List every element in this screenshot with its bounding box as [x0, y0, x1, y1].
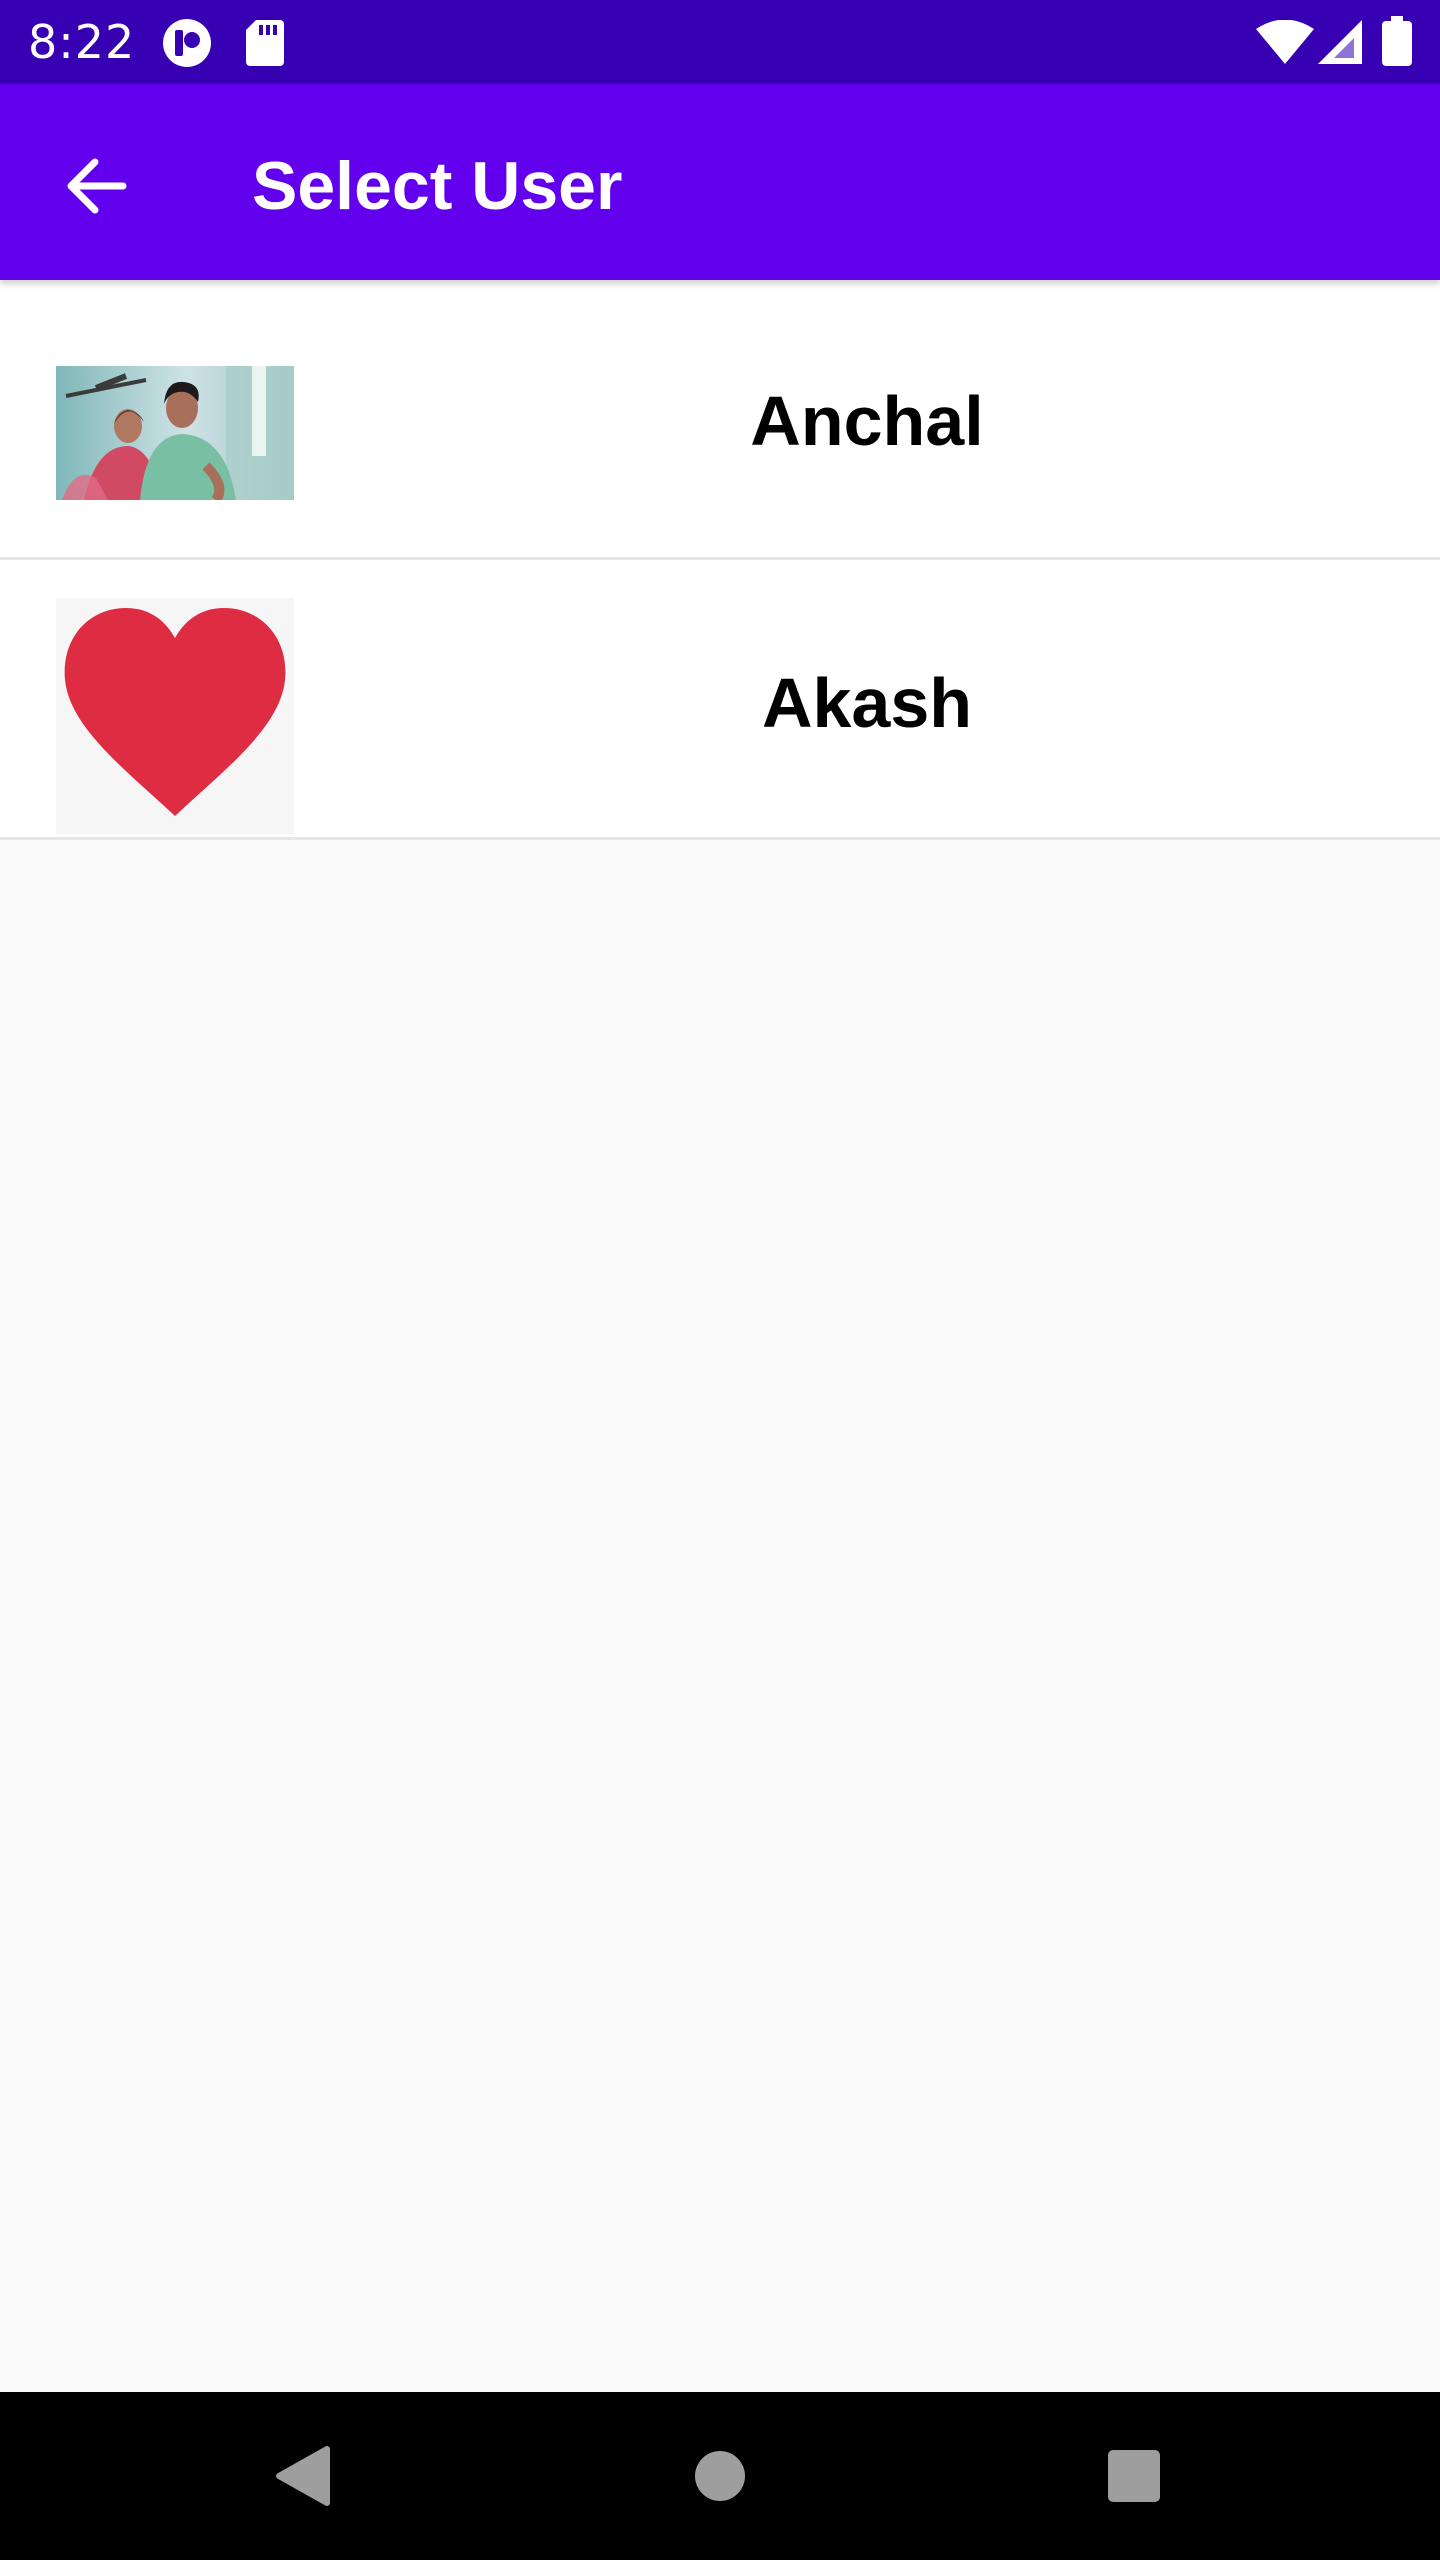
- home-circle-icon: [695, 2451, 745, 2501]
- back-triangle-icon: [276, 2446, 330, 2506]
- user-list: Anchal Akash: [0, 280, 1440, 840]
- wifi-icon: [1256, 20, 1314, 64]
- status-time: 8:22: [28, 15, 136, 69]
- user-photo: [56, 366, 294, 500]
- avatar: [56, 598, 294, 834]
- recents-square-icon: [1108, 2450, 1160, 2502]
- avatar: [56, 366, 294, 500]
- arrow-back-icon: [67, 158, 127, 214]
- app-bar: Select User: [0, 84, 1440, 280]
- nav-recents-button[interactable]: [1074, 2416, 1194, 2536]
- page-title: Select User: [252, 148, 623, 224]
- battery-icon: [1382, 16, 1412, 66]
- nav-back-button[interactable]: [242, 2416, 362, 2536]
- back-button[interactable]: [48, 138, 144, 234]
- nav-home-button[interactable]: [660, 2416, 780, 2536]
- status-bar: 8:22: [0, 0, 1440, 84]
- sd-card-icon: [246, 20, 284, 66]
- user-name: Akash: [761, 664, 973, 742]
- navigation-bar: [0, 2392, 1440, 2560]
- cellular-signal-icon: [1318, 20, 1362, 64]
- notification-app-icon: [163, 19, 211, 67]
- user-row-akash[interactable]: Akash: [0, 560, 1440, 840]
- user-name: Anchal: [750, 382, 984, 460]
- user-row-anchal[interactable]: Anchal: [0, 280, 1440, 560]
- heart-icon: [64, 608, 286, 816]
